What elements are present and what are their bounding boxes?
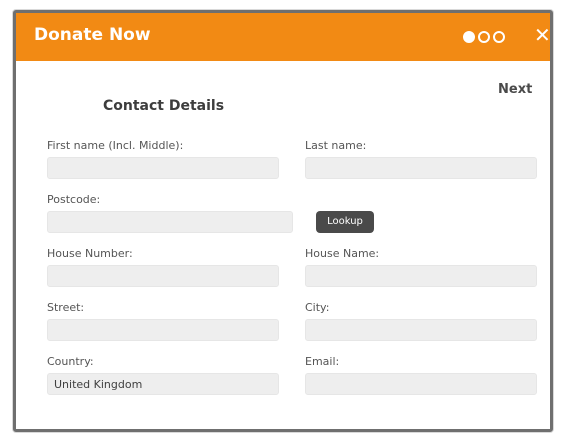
house-name-input[interactable] — [305, 265, 537, 287]
modal-header: Donate Now ✕ — [16, 13, 550, 61]
first-name-label: First name (Incl. Middle): — [47, 139, 184, 152]
country-select[interactable]: United Kingdom — [47, 373, 279, 395]
street-input[interactable] — [47, 319, 279, 341]
house-name-label: House Name: — [305, 247, 380, 260]
country-label: Country: — [47, 355, 94, 368]
lookup-button[interactable]: Lookup — [316, 211, 374, 233]
first-name-input[interactable] — [47, 157, 279, 179]
close-icon[interactable]: ✕ — [534, 23, 550, 47]
donate-modal: Donate Now ✕ Next Contact Details First … — [13, 10, 553, 432]
email-input[interactable] — [305, 373, 537, 395]
modal-title: Donate Now — [34, 25, 151, 45]
step-dot-2 — [478, 31, 490, 43]
postcode-label: Postcode: — [47, 193, 101, 206]
last-name-input[interactable] — [305, 157, 537, 179]
city-label: City: — [305, 301, 330, 314]
step-dot-1 — [463, 31, 475, 43]
next-link[interactable]: Next — [498, 82, 532, 97]
house-number-input[interactable] — [47, 265, 279, 287]
street-label: Street: — [47, 301, 85, 314]
last-name-label: Last name: — [305, 139, 367, 152]
screen: Donate Now ✕ Next Contact Details First … — [0, 0, 569, 436]
house-number-label: House Number: — [47, 247, 133, 260]
step-indicator — [463, 31, 505, 43]
city-input[interactable] — [305, 319, 537, 341]
postcode-input[interactable] — [47, 211, 293, 233]
section-title: Contact Details — [103, 98, 225, 114]
email-label: Email: — [305, 355, 340, 368]
step-dot-3 — [493, 31, 505, 43]
